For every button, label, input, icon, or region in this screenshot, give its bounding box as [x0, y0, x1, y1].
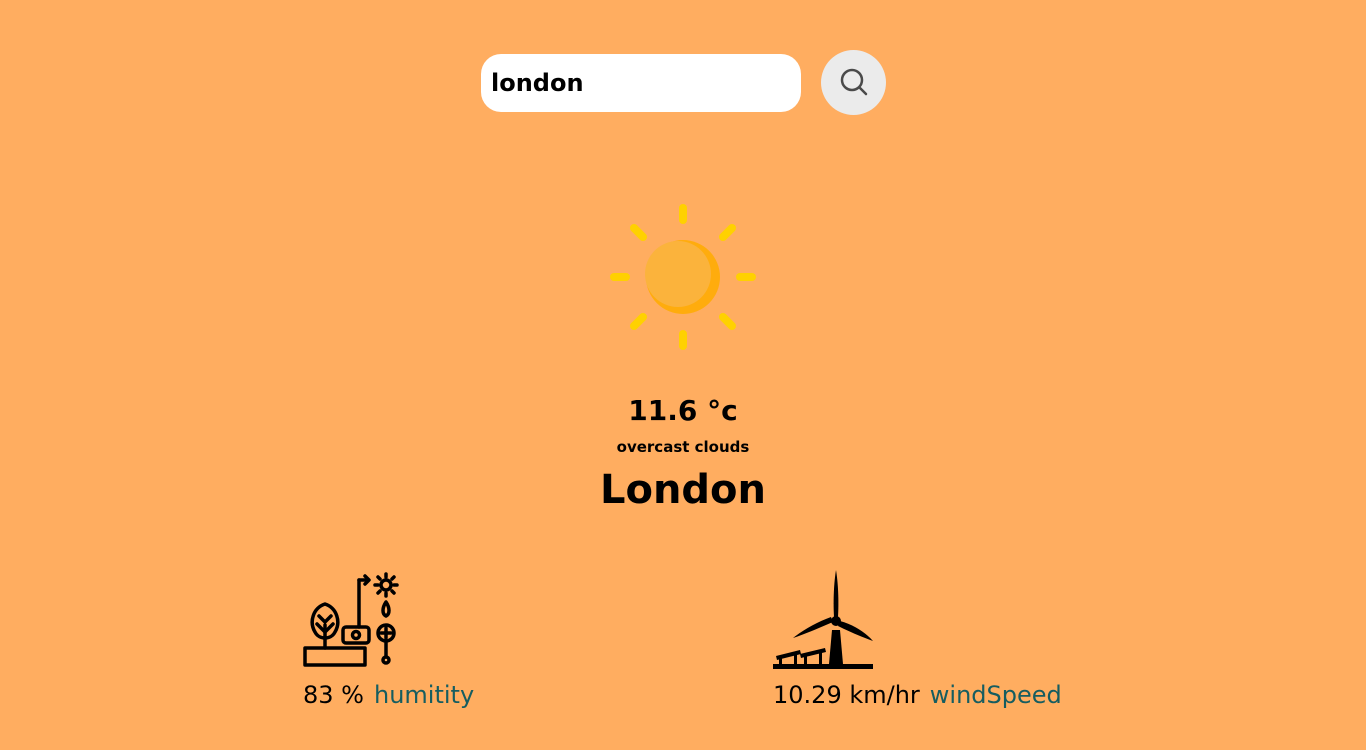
search-icon — [840, 68, 867, 95]
sun-icon — [610, 204, 756, 350]
wind-turbine-icon — [773, 570, 873, 669]
wind-stat: 10.29 km/hr windSpeed — [773, 570, 1093, 720]
humidity-label: humitity — [373, 681, 475, 709]
humidity-value: 83 % — [303, 681, 364, 709]
weather-app: 11.6 °c overcast clouds London — [0, 0, 1366, 750]
wind-speed-label: windSpeed — [929, 681, 1062, 709]
search-button[interactable] — [821, 50, 886, 115]
humidity-plant-icon — [303, 572, 399, 667]
search-input[interactable] — [481, 54, 801, 112]
humidity-stat: 83 % humitity — [303, 570, 523, 720]
weather-condition: overcast clouds — [616, 438, 750, 456]
wind-speed-value: 10.29 km/hr — [773, 681, 920, 709]
temperature: 11.6 °c — [628, 394, 738, 427]
city-name: London — [599, 467, 767, 513]
